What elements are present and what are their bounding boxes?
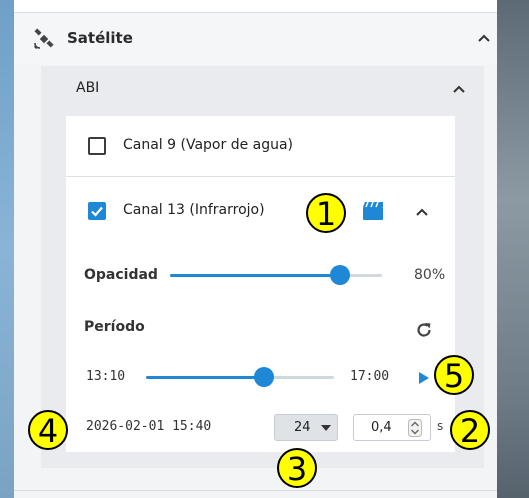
period-slider[interactable] [146, 367, 334, 387]
period-slider-fill [146, 376, 265, 379]
annotation-badge-3: 3 [277, 448, 317, 488]
layers-panel: Satélite ABI Canal 9 (Vapor de agua) Can… [14, 0, 497, 498]
caret-down-icon [321, 425, 331, 431]
annotation-badge-1: 1 [306, 193, 346, 233]
interval-input[interactable]: 0,4 [353, 414, 431, 441]
chevron-up-icon[interactable] [475, 30, 493, 48]
frames-select-value: 24 [294, 420, 311, 435]
play-icon[interactable] [418, 371, 430, 385]
opacity-value: 80% [414, 267, 446, 283]
clapperboard-animation-icon[interactable] [362, 201, 384, 221]
canal-9-checkbox[interactable] [88, 137, 106, 155]
canal-13-label: Canal 13 (Infrarrojo) [123, 202, 265, 218]
previous-section-strip [14, 0, 497, 13]
opacity-label: Opacidad [84, 267, 158, 283]
section-divider [14, 490, 497, 491]
map-background-right [497, 0, 529, 498]
channel-row-canal-9[interactable]: Canal 9 (Vapor de agua) [66, 116, 455, 177]
satellite-icon [34, 28, 54, 49]
period-label: Período [84, 319, 145, 335]
channels-list: Canal 9 (Vapor de agua) Canal 13 (Infrar… [66, 116, 455, 452]
period-slider-thumb[interactable] [254, 367, 275, 387]
frames-select[interactable]: 24 [274, 414, 338, 441]
canal-13-chevron-up-icon[interactable] [413, 204, 431, 222]
annotation-badge-5: 5 [434, 355, 474, 395]
abi-group: ABI Canal 9 (Vapor de agua) Canal 13 (In… [41, 66, 484, 468]
period-start-time: 13:10 [86, 369, 126, 384]
canal-13-checkbox[interactable] [88, 202, 106, 220]
satellite-section-title: Satélite [67, 29, 133, 47]
opacity-slider-fill [170, 274, 340, 277]
abi-group-title: ABI [76, 80, 100, 96]
interval-unit: s [437, 419, 444, 433]
refresh-icon[interactable] [414, 320, 434, 340]
annotation-badge-4: 4 [28, 410, 68, 450]
opacity-slider[interactable] [170, 265, 382, 285]
annotation-badge-2: 2 [450, 410, 490, 450]
satellite-section-header[interactable]: Satélite [14, 13, 497, 65]
period-end-time: 17:00 [350, 369, 390, 384]
interval-input-value: 0,4 [371, 420, 392, 435]
spinner-arrows-icon[interactable] [408, 419, 422, 437]
check-icon [91, 206, 103, 217]
current-datetime: 2026-02-01 15:40 [86, 419, 212, 434]
canal-9-label: Canal 9 (Vapor de agua) [123, 137, 294, 153]
map-background-left [0, 0, 14, 498]
abi-chevron-up-icon[interactable] [450, 81, 468, 99]
opacity-slider-thumb[interactable] [329, 265, 350, 285]
